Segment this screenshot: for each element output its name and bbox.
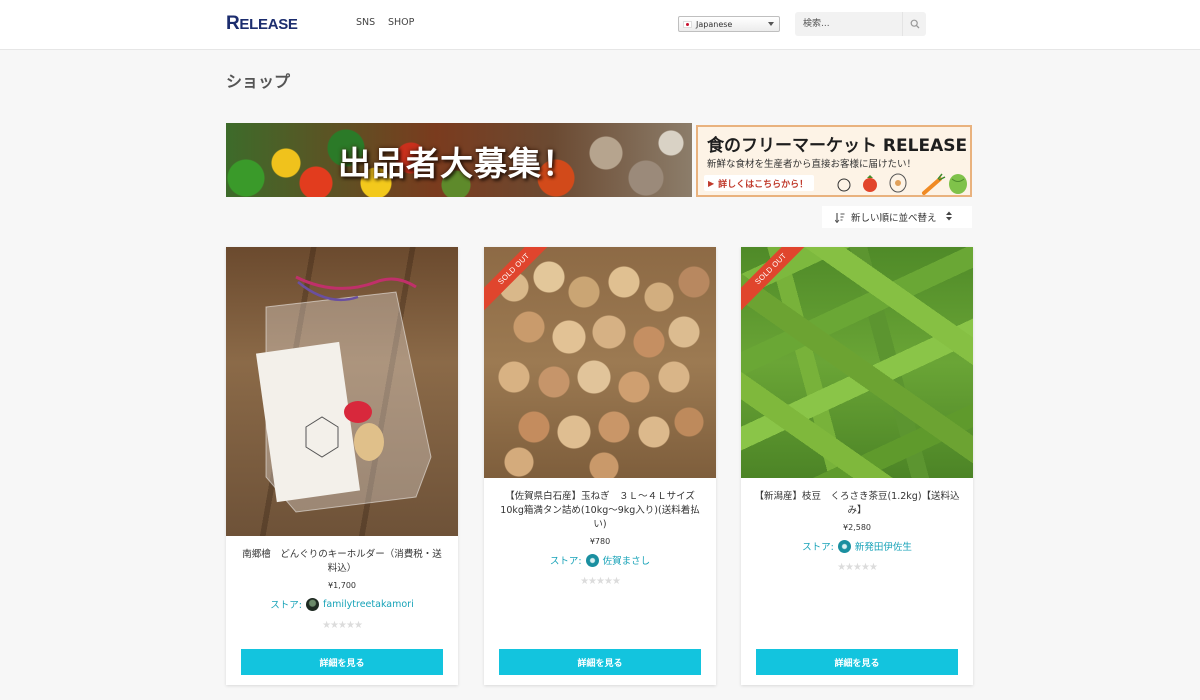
logo-initial: R: [226, 13, 240, 34]
product-image[interactable]: SOLD OUT: [741, 247, 973, 478]
banner-info-panel: 食のフリーマーケット RELEASE 新鮮な食材を生産者から直接お客様に届けたい…: [696, 125, 972, 197]
product-card[interactable]: SOLD OUT 【佐賀県白石産】玉ねぎ ３Ｌ〜４Ｌサイズ 10kg箱満タン詰め…: [484, 247, 716, 685]
product-name[interactable]: 南郷檜 どんぐりのキーホルダー（消費税・送料込）: [226, 548, 458, 576]
search-button[interactable]: [902, 12, 926, 36]
view-details-button[interactable]: 詳細を見る: [241, 649, 443, 675]
product-image[interactable]: SOLD OUT: [484, 247, 716, 478]
banner-info-title: 食のフリーマーケット RELEASE: [707, 136, 968, 156]
logo-text: ELEASE: [239, 16, 298, 33]
rating-stars: ★★★★★: [837, 562, 878, 573]
sort-icon: [835, 212, 845, 223]
banner-cta-link[interactable]: ▶ 詳しくはこちらから！: [704, 175, 815, 191]
seller-recruitment-banner[interactable]: 出品者大募集！ 食のフリーマーケット RELEASE 新鮮な食材を生産者から直接…: [226, 123, 972, 197]
search-input[interactable]: [795, 13, 899, 35]
product-photo-onion: [484, 247, 716, 478]
flag-japan-icon: [683, 20, 692, 28]
site-logo[interactable]: RELEASE: [226, 13, 298, 35]
store-name[interactable]: 新発田伊佐生: [855, 539, 912, 553]
site-header: RELEASE SNS SHOP Japanese: [0, 0, 1200, 50]
product-card[interactable]: SOLD OUT 【新潟産】枝豆 くろさき茶豆(1.2kg)【送料込み】 ¥2,…: [741, 247, 973, 685]
product-name[interactable]: 【佐賀県白石産】玉ねぎ ３Ｌ〜４Ｌサイズ 10kg箱満タン詰め(10kg〜9kg…: [484, 490, 716, 532]
nav-sns-link[interactable]: SNS: [356, 17, 375, 28]
sort-select-value: 新しい順に並べ替え: [851, 213, 937, 224]
search-box: [795, 12, 926, 36]
rating-stars: ★★★★★: [580, 576, 621, 587]
product-photo-edamame: [741, 247, 973, 478]
product-store[interactable]: ストア: 新発田伊佐生: [741, 539, 973, 553]
store-label: ストア:: [802, 542, 834, 553]
store-avatar: [305, 597, 319, 611]
product-image[interactable]: [226, 247, 458, 536]
product-price: ¥1,700: [328, 581, 356, 590]
product-price: ¥2,580: [843, 523, 871, 532]
banner-cta-label: 詳しくはこちらから！: [718, 179, 809, 190]
dropdown-caret-icon: [768, 22, 774, 26]
view-details-button[interactable]: 詳細を見る: [756, 649, 958, 675]
store-name[interactable]: familytreetakamori: [323, 599, 414, 610]
vegetable-illustration-icon: [837, 173, 967, 195]
store-name[interactable]: 佐賀まさし: [603, 553, 651, 567]
product-store[interactable]: ストア: 佐賀まさし: [484, 553, 716, 567]
sort-select[interactable]: 新しい順に並べ替え: [822, 206, 972, 228]
search-icon: [910, 19, 919, 29]
banner-headline: 出品者大募集！: [338, 144, 576, 183]
nav-shop-link[interactable]: SHOP: [388, 17, 414, 28]
store-label: ストア:: [549, 556, 582, 567]
store-avatar: [837, 539, 851, 553]
banner-info-subtitle: 新鮮な食材を生産者から直接お客様に届けたい！: [707, 159, 917, 170]
product-price: ¥780: [589, 537, 611, 546]
view-details-button[interactable]: 詳細を見る: [499, 649, 701, 675]
page-title: ショップ: [226, 72, 291, 91]
store-avatar: [585, 553, 599, 567]
cta-arrow-icon: ▶: [708, 178, 715, 188]
product-card[interactable]: 南郷檜 どんぐりのキーホルダー（消費税・送料込） ¥1,700 ストア: fam…: [226, 247, 458, 685]
updown-icon: [946, 211, 952, 221]
language-select[interactable]: Japanese: [678, 16, 780, 32]
store-label: ストア:: [270, 600, 302, 611]
product-name[interactable]: 【新潟産】枝豆 くろさき茶豆(1.2kg)【送料込み】: [741, 490, 973, 518]
language-select-value: Japanese: [696, 19, 733, 29]
keyholder-photo-detail: [255, 275, 432, 513]
product-store[interactable]: ストア: familytreetakamori: [226, 597, 458, 611]
rating-stars: ★★★★★: [322, 620, 363, 631]
